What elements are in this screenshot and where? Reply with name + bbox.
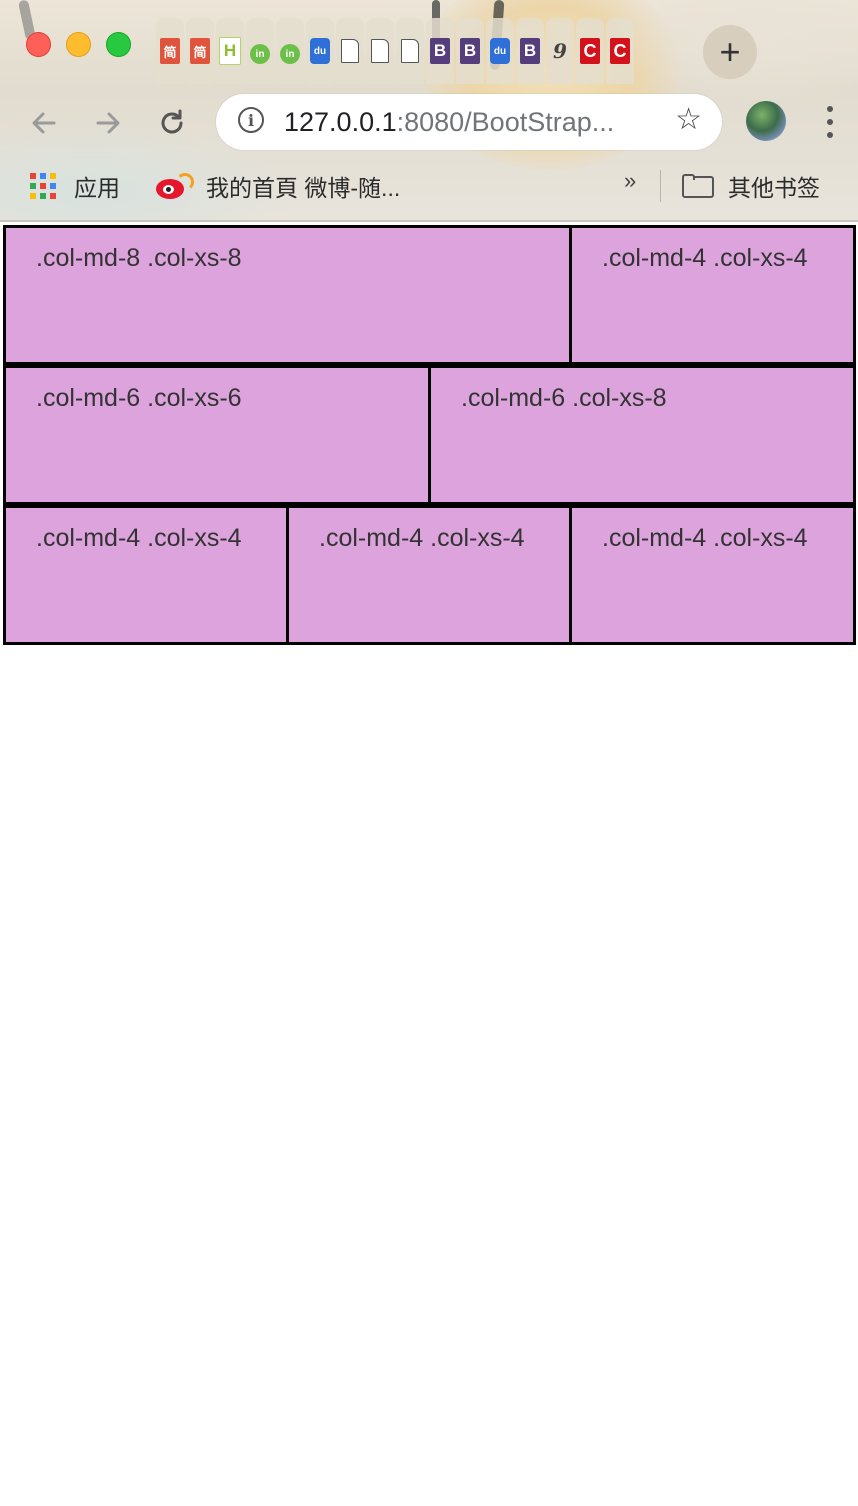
tab[interactable]: H (216, 18, 244, 84)
browser-menu-button[interactable] (818, 102, 842, 142)
bookmark-apps-label: 应用 (74, 175, 120, 201)
browser-toolbar: i 127.0.0.1:8080/BootStrap... ☆ (0, 84, 858, 160)
arrow-left-icon (32, 112, 56, 134)
grid-row-3: .col-md-4 .col-xs-4 .col-md-4 .col-xs-4 … (0, 505, 858, 645)
document-icon (371, 39, 389, 63)
tab[interactable]: B (516, 18, 544, 84)
tab[interactable]: 简 (186, 18, 214, 84)
document-icon (341, 39, 359, 63)
bootstrap-favicon: B (430, 38, 450, 64)
url-text[interactable]: 127.0.0.1:8080/BootStrap... (284, 107, 614, 138)
apps-grid-dot (50, 173, 56, 179)
apps-grid-dot (30, 193, 36, 199)
tab[interactable]: in (276, 18, 304, 84)
bookmark-other-label: 其他书签 (728, 175, 820, 201)
folder-icon (682, 174, 714, 198)
c-favicon: C (580, 38, 600, 64)
h-favicon: H (219, 37, 241, 65)
menu-dot-icon (827, 132, 833, 139)
grid-cell: .col-md-6 .col-xs-6 (3, 365, 433, 505)
browser-chrome: 简 简 H in in du B B du B 9 C C + i 127.0.… (0, 0, 858, 222)
nine-favicon: 9 (553, 39, 567, 63)
bootstrap-favicon: B (460, 38, 480, 64)
site-info-icon[interactable]: i (238, 107, 264, 133)
apps-grid-dot (40, 183, 46, 189)
bookmarks-bar: 应用 我的首頁 微博-随... » 其他书签 (0, 160, 858, 212)
tab[interactable]: du (486, 18, 514, 84)
bookmarks-overflow-button[interactable]: » (624, 168, 636, 194)
grid-cell: .col-md-4 .col-xs-4 (569, 505, 856, 645)
address-bar[interactable]: i 127.0.0.1:8080/BootStrap... ☆ (216, 94, 722, 150)
apps-grid-dot (40, 173, 46, 179)
document-icon (401, 39, 419, 63)
in-favicon: in (250, 44, 270, 64)
tab[interactable]: 简 (156, 18, 184, 84)
bookmark-other-folder[interactable]: 其他书签 (682, 170, 820, 202)
apps-grid-dot (50, 183, 56, 189)
new-tab-button[interactable]: + (703, 25, 757, 79)
toolbar-divider (0, 220, 858, 222)
bootstrap-favicon: B (520, 38, 540, 64)
tab[interactable] (396, 18, 424, 84)
tab[interactable]: du (306, 18, 334, 84)
apps-grid-dot (50, 193, 56, 199)
tab[interactable]: in (246, 18, 274, 84)
forward-button[interactable] (88, 103, 128, 143)
baidu-favicon: du (490, 38, 510, 64)
grid-cell: .col-md-4 .col-xs-4 (286, 505, 573, 645)
tab[interactable]: C (606, 18, 634, 84)
url-host: 127.0.0.1 (284, 107, 397, 137)
grid-cell: .col-md-8 .col-xs-8 (3, 225, 572, 365)
menu-dot-icon (827, 105, 833, 112)
apps-grid-dot (40, 193, 46, 199)
menu-dot-icon (827, 118, 833, 125)
bookmark-apps[interactable]: 应用 (30, 170, 120, 202)
tab-strip: 简 简 H in in du B B du B 9 C C (156, 18, 636, 84)
grid-row-1: .col-md-8 .col-xs-8 .col-md-4 .col-xs-4 (0, 225, 858, 365)
bookmark-weibo-label: 我的首頁 微博-随... (206, 175, 401, 201)
grid-cell: .col-md-4 .col-xs-4 (569, 225, 856, 365)
tab[interactable]: B (456, 18, 484, 84)
baidu-favicon: du (310, 38, 330, 64)
grid-cell: .col-md-4 .col-xs-4 (3, 505, 290, 645)
tab[interactable]: 9 (546, 18, 574, 84)
weibo-icon (156, 173, 194, 199)
apps-grid-dot (30, 183, 36, 189)
tab[interactable] (336, 18, 364, 84)
back-button[interactable] (24, 103, 64, 143)
bookmark-star-icon[interactable]: ☆ (675, 105, 702, 135)
window-minimize-button[interactable] (66, 32, 91, 57)
grid-row-2: .col-md-6 .col-xs-6 .col-md-6 .col-xs-8 (0, 365, 858, 505)
jian-favicon: 简 (160, 38, 180, 64)
tab[interactable]: C (576, 18, 604, 84)
apps-grid-icon (30, 173, 56, 199)
bookmark-weibo[interactable]: 我的首頁 微博-随... (156, 170, 400, 202)
apps-grid-dot (30, 173, 36, 179)
reload-button[interactable] (152, 103, 192, 143)
tab[interactable]: B (426, 18, 454, 84)
url-path: :8080/BootStrap... (396, 107, 615, 137)
profile-avatar[interactable] (746, 101, 786, 141)
window-close-button[interactable] (26, 32, 51, 57)
tab[interactable] (366, 18, 394, 84)
arrow-right-icon (96, 112, 120, 134)
window-zoom-button[interactable] (106, 32, 131, 57)
c-favicon: C (610, 38, 630, 64)
jian-favicon: 简 (190, 38, 210, 64)
in-favicon: in (280, 44, 300, 64)
bookmarks-separator (660, 170, 661, 202)
grid-cell: .col-md-6 .col-xs-8 (428, 365, 856, 505)
reload-icon (161, 109, 183, 134)
